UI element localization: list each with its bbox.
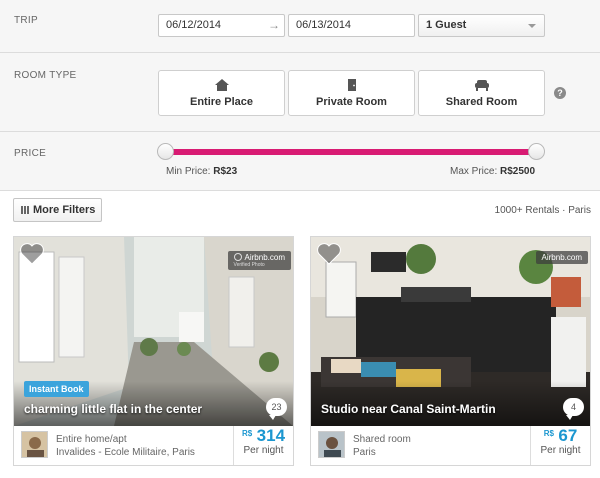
listing-location: Paris [353,447,376,458]
verified-photo-badge: Airbnb.com Verified Photo [227,251,291,270]
check-icon [233,253,242,261]
price-amount: 67 [558,426,578,445]
listing-info: Entire home/apt Invalides - Ecole Milita… [14,426,293,465]
heart-icon[interactable] [317,243,341,265]
listing-room-type: Entire home/apt [56,434,127,445]
more-filters-label: More Filters [33,204,96,216]
room-type-label: ROOM TYPE [14,70,77,81]
watermark-text: Airbnb.com [541,253,582,262]
price-amount: 314 [256,426,286,445]
watermark-subtext: Verified Photo [233,262,265,268]
private-room-button[interactable]: Private Room [288,70,415,116]
help-icon[interactable]: ? [554,87,566,99]
listing-room-type: Shared room [353,434,411,445]
listing-price: R$ 314 Per night [233,426,293,465]
price-per-night: Per night [540,445,581,456]
min-price: Min Price: R$23 [166,166,237,177]
comment-count-badge[interactable]: 4 [563,398,584,420]
trip-label: TRIP [14,15,38,26]
room-type-row: ROOM TYPE Entire Place Private Room Shar… [0,53,600,132]
host-photo [319,432,344,457]
price-currency: R$ [241,429,253,438]
chevron-down-icon [528,24,536,28]
heart-icon[interactable] [20,243,44,265]
price-per-night: Per night [243,445,284,456]
price-currency: R$ [543,429,554,438]
price-slider-min-handle[interactable] [157,143,174,160]
checkout-date-input[interactable]: 06/13/2014 [288,14,415,37]
listing-info: Shared room Paris R$ 67 Per night [311,426,590,465]
checkin-date-value: 06/12/2014 [166,19,222,31]
min-price-value: R$23 [213,166,238,177]
arrow-right-icon: → [268,18,280,32]
listing-title[interactable]: Studio near Canal Saint-Martin [321,402,496,416]
more-filters-button[interactable]: More Filters [13,198,102,222]
entire-place-label: Entire Place [190,96,253,108]
min-price-label: Min Price: [166,166,211,177]
listing-location: Invalides - Ecole Militaire, Paris [56,447,195,458]
private-room-label: Private Room [316,96,387,108]
avatar[interactable] [21,431,48,458]
listing-photo[interactable]: Airbnb.com Verified Photo Instant Book c… [14,237,293,426]
entire-place-button[interactable]: Entire Place [158,70,285,116]
listing-title[interactable]: charming little flat in the center [24,402,202,416]
verified-photo-badge: Airbnb.com [535,251,588,264]
trip-row: TRIP 06/12/2014 → 06/13/2014 1 Guest [0,0,600,53]
price-slider-track[interactable] [165,149,537,155]
max-price: Max Price: R$2500 [450,166,535,177]
results-count: 1000+ Rentals · Paris [494,205,591,216]
couch-icon [474,80,489,91]
listing-photo[interactable]: Airbnb.com Studio near Canal Saint-Marti… [311,237,590,426]
grid-icon [21,206,29,214]
avatar[interactable] [318,431,345,458]
host-photo [22,432,47,457]
max-price-value: R$2500 [500,166,536,177]
watermark-text: Airbnb.com [244,253,285,262]
guests-value: 1 Guest [426,19,467,31]
max-price-label: Max Price: [450,166,498,177]
price-slider-max-handle[interactable] [528,143,545,160]
shared-room-label: Shared Room [445,96,518,108]
comment-count-badge[interactable]: 23 [266,398,287,420]
listing-card[interactable]: Airbnb.com Studio near Canal Saint-Marti… [310,236,591,466]
checkout-date-value: 06/13/2014 [296,19,352,31]
listing-card[interactable]: Airbnb.com Verified Photo Instant Book c… [13,236,294,466]
price-label: PRICE [14,148,47,159]
house-icon [214,79,229,91]
listing-price: R$ 67 Per night [530,426,590,465]
checkin-date-input[interactable]: 06/12/2014 → [158,14,285,37]
guests-select[interactable]: 1 Guest [418,14,545,37]
door-icon [347,79,356,91]
price-row: PRICE Min Price: R$23 Max Price: R$2500 [0,132,600,191]
instant-book-badge: Instant Book [24,381,89,397]
shared-room-button[interactable]: Shared Room [418,70,545,116]
